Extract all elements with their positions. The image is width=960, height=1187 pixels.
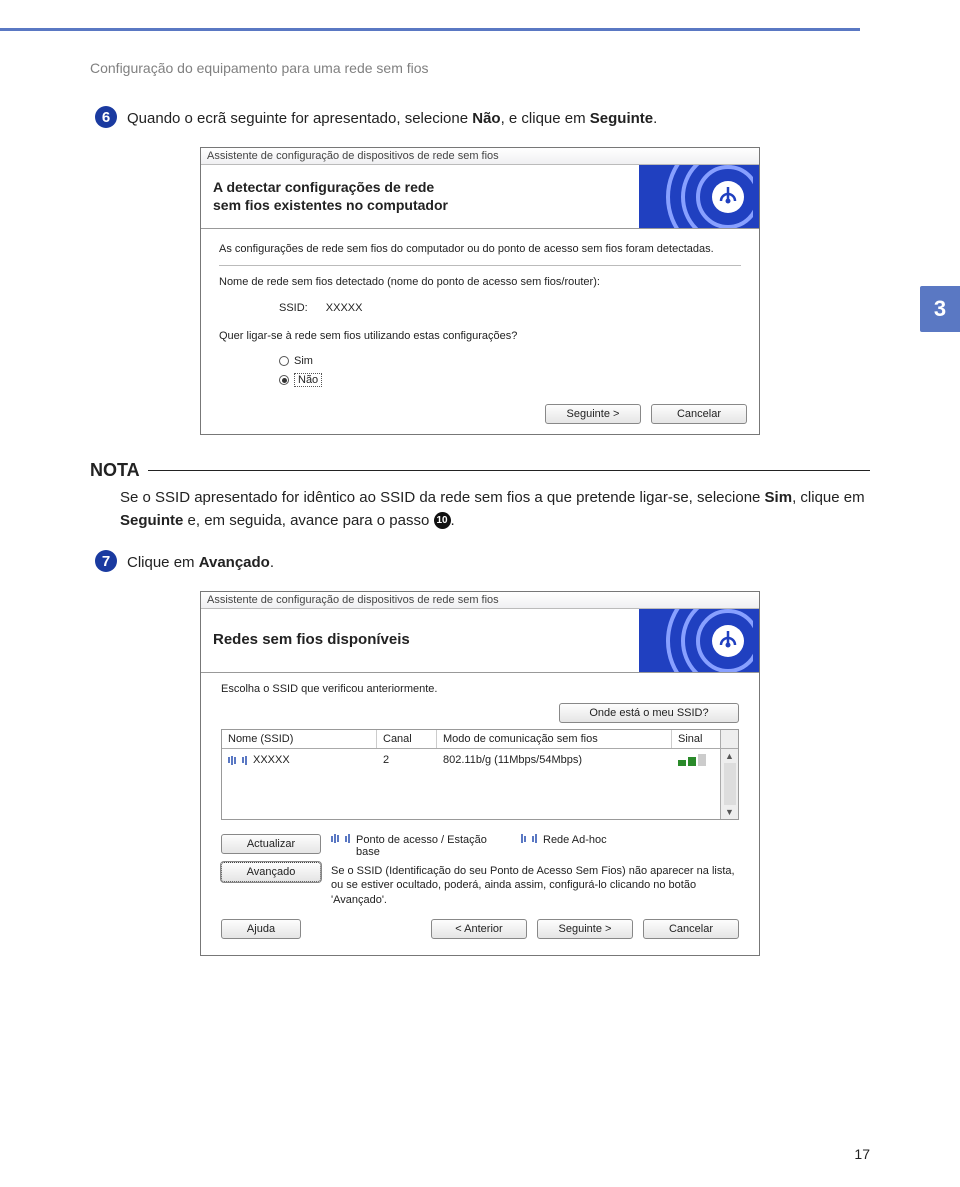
signal-icon xyxy=(242,756,247,765)
scroll-up-icon[interactable]: ▲ xyxy=(725,751,734,761)
page-number: 17 xyxy=(854,1146,870,1162)
col-modo[interactable]: Modo de comunicação sem fios xyxy=(437,730,672,748)
advanced-button[interactable]: Avançado xyxy=(221,862,321,882)
nota-t1: Se o SSID apresentado for idêntico ao SS… xyxy=(120,489,765,506)
step7-t1: Clique em xyxy=(127,554,199,571)
dialog2-titlebar: Assistente de configuração de dispositiv… xyxy=(201,592,759,609)
wizard-dialog-networks: Assistente de configuração de dispositiv… xyxy=(200,591,760,956)
dialog-title-l2: sem fios existentes no computador xyxy=(213,197,627,215)
dialog-header: A detectar configurações de rede sem fio… xyxy=(201,165,759,229)
nota-t4: . xyxy=(451,512,455,529)
dlg1-intro: As configurações de rede sem fios do com… xyxy=(219,239,741,259)
where-ssid-button[interactable]: Onde está o meu SSID? xyxy=(559,703,739,723)
radio-nao[interactable]: Não xyxy=(219,370,741,390)
radio-icon xyxy=(279,375,289,385)
wifi-icon xyxy=(639,609,759,672)
scrollbar[interactable]: ▲ ▼ xyxy=(720,749,738,819)
legend-ap-label: Ponto de acesso / Estação base xyxy=(356,834,496,858)
step-ref-badge: 10 xyxy=(434,512,451,529)
signal-bars-icon xyxy=(678,754,706,766)
network-row[interactable]: XXXXX 2 802.11b/g (11Mbps/54Mbps) xyxy=(222,749,720,819)
radio-sim[interactable]: Sim xyxy=(219,352,741,370)
chapter-tab: 3 xyxy=(920,286,960,332)
col-sinal[interactable]: Sinal xyxy=(672,730,720,748)
nota-block: NOTA Se o SSID apresentado for idêntico … xyxy=(90,460,870,532)
ap-icon xyxy=(331,834,339,843)
nota-t3: e, em seguida, avance para o passo xyxy=(183,512,433,529)
network-list: Nome (SSID) Canal Modo de comunicação se… xyxy=(221,729,739,820)
step6-nao: Não xyxy=(472,110,500,127)
signal-icon xyxy=(532,834,537,843)
list-header: Nome (SSID) Canal Modo de comunicação se… xyxy=(222,729,738,749)
dlg2-hint: Se o SSID (Identificação do seu Ponto de… xyxy=(331,864,739,907)
dlg1-question: Quer ligar-se à rede sem fios utilizando… xyxy=(219,324,741,352)
ssid-value: XXXXX xyxy=(326,302,363,314)
cancel-button[interactable]: Cancelar xyxy=(643,919,739,939)
nota-text: Se o SSID apresentado for idêntico ao SS… xyxy=(90,481,870,532)
step-6-text: Quando o ecrã seguinte for apresentado, … xyxy=(127,106,657,129)
top-rule xyxy=(0,28,860,31)
dialog2-header: Redes sem fios disponíveis xyxy=(201,609,759,673)
dialog2-title: Redes sem fios disponíveis xyxy=(213,631,627,650)
legend: Ponto de acesso / Estação base Rede Ad-h… xyxy=(331,834,739,858)
col-canal[interactable]: Canal xyxy=(377,730,437,748)
step-6: 6 Quando o ecrã seguinte for apresentado… xyxy=(95,106,870,129)
ssid-row: SSID: XXXXX xyxy=(219,292,741,324)
step6-seguinte: Seguinte xyxy=(590,110,653,127)
nota-sim: Sim xyxy=(765,489,793,506)
cancel-button[interactable]: Cancelar xyxy=(651,404,747,424)
scroll-down-icon[interactable]: ▼ xyxy=(725,807,734,817)
adhoc-icon xyxy=(521,834,526,843)
divider xyxy=(219,265,741,266)
row-ssid: XXXXX xyxy=(253,754,290,766)
dlg1-detected-label: Nome de rede sem fios detectado (nome do… xyxy=(219,272,741,292)
nota-seguinte: Seguinte xyxy=(120,512,183,529)
step-7: 7 Clique em Avançado. xyxy=(95,550,870,573)
dialog-title-l1: A detectar configurações de rede xyxy=(213,179,627,197)
row-modo: 802.11b/g (11Mbps/54Mbps) xyxy=(437,751,672,769)
prev-button[interactable]: < Anterior xyxy=(431,919,527,939)
step7-avancado: Avançado xyxy=(199,554,270,571)
radio-nao-label: Não xyxy=(294,373,322,387)
step6-t2: , e clique em xyxy=(501,110,590,127)
step7-t2: . xyxy=(270,554,274,571)
radio-sim-label: Sim xyxy=(294,355,313,367)
row-canal: 2 xyxy=(377,751,437,769)
next-button[interactable]: Seguinte > xyxy=(545,404,641,424)
next-button[interactable]: Seguinte > xyxy=(537,919,633,939)
radio-icon xyxy=(279,356,289,366)
wizard-dialog-detect: Assistente de configuração de dispositiv… xyxy=(200,147,760,435)
dialog-titlebar: Assistente de configuração de dispositiv… xyxy=(201,148,759,165)
signal-icon xyxy=(345,834,350,843)
legend-adhoc-label: Rede Ad-hoc xyxy=(543,834,607,846)
ap-icon xyxy=(228,756,236,765)
step-7-text: Clique em Avançado. xyxy=(127,550,274,573)
wifi-icon xyxy=(639,165,759,228)
nota-title: NOTA xyxy=(90,460,140,481)
step6-t1: Quando o ecrã seguinte for apresentado, … xyxy=(127,110,472,127)
step-badge-7: 7 xyxy=(95,550,117,572)
step6-t3: . xyxy=(653,110,657,127)
dlg2-intro: Escolha o SSID que verificou anteriormen… xyxy=(201,683,759,701)
nota-t2: , clique em xyxy=(792,489,865,506)
update-button[interactable]: Actualizar xyxy=(221,834,321,854)
step-badge-6: 6 xyxy=(95,106,117,128)
scroll-head xyxy=(720,730,738,748)
col-ssid[interactable]: Nome (SSID) xyxy=(222,730,377,748)
ssid-label: SSID: xyxy=(279,302,308,314)
section-header: Configuração do equipamento para uma red… xyxy=(90,60,870,76)
nota-rule xyxy=(148,470,870,471)
help-button[interactable]: Ajuda xyxy=(221,919,301,939)
